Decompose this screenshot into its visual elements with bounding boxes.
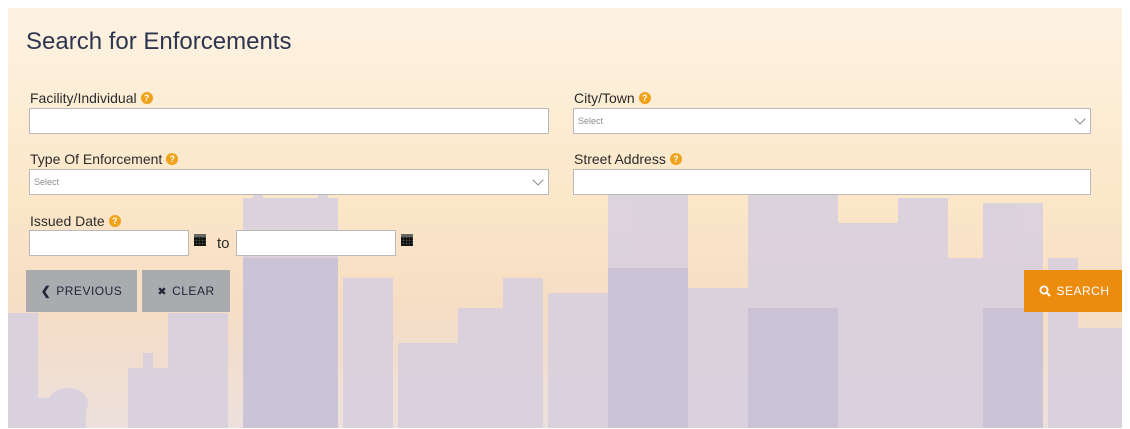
- street-label: Street Address ?: [574, 151, 682, 167]
- clear-button-label: CLEAR: [172, 284, 215, 298]
- city-select-placeholder: Select: [578, 116, 604, 126]
- date-range-to: to: [217, 235, 230, 252]
- chevron-down-icon: [1074, 113, 1086, 125]
- search-button-label: SEARCH: [1056, 284, 1110, 298]
- search-button[interactable]: SEARCH: [1024, 270, 1122, 312]
- chevron-down-icon: [532, 174, 544, 186]
- issued-date-from-input[interactable]: [29, 230, 189, 256]
- city-label: City/Town ?: [574, 90, 651, 106]
- search-icon: [1039, 285, 1052, 297]
- type-select[interactable]: Select: [29, 169, 549, 195]
- help-icon[interactable]: ?: [140, 92, 153, 104]
- previous-button-label: PREVIOUS: [56, 284, 123, 298]
- street-label-text: Street Address: [574, 151, 666, 167]
- facility-label-text: Facility/Individual: [30, 90, 137, 106]
- help-icon[interactable]: ?: [108, 215, 121, 227]
- calendar-icon[interactable]: [194, 234, 206, 246]
- page-title: Search for Enforcements: [26, 28, 292, 55]
- previous-button[interactable]: ❮ PREVIOUS: [26, 270, 137, 312]
- type-select-placeholder: Select: [34, 177, 60, 187]
- issued-date-to-input[interactable]: [236, 230, 396, 256]
- facility-input[interactable]: [29, 108, 549, 134]
- close-icon: ✖: [157, 285, 168, 298]
- chevron-left-icon: ❮: [40, 284, 52, 298]
- calendar-icon[interactable]: [401, 234, 413, 246]
- issued-date-label: Issued Date ?: [30, 213, 121, 229]
- help-icon[interactable]: ?: [669, 153, 682, 165]
- type-label-text: Type Of Enforcement: [30, 151, 163, 167]
- issued-date-label-text: Issued Date: [30, 213, 105, 229]
- help-icon[interactable]: ?: [638, 92, 651, 104]
- type-label: Type Of Enforcement ?: [30, 151, 179, 167]
- facility-label: Facility/Individual ?: [30, 90, 153, 106]
- street-address-input[interactable]: [573, 169, 1091, 195]
- city-skyline-background: [8, 173, 1122, 428]
- clear-button[interactable]: ✖ CLEAR: [142, 270, 230, 312]
- help-icon[interactable]: ?: [166, 153, 179, 165]
- city-label-text: City/Town: [574, 90, 635, 106]
- search-panel: Search for Enforcements Facility/Individ…: [8, 8, 1122, 428]
- city-select[interactable]: Select: [573, 108, 1091, 134]
